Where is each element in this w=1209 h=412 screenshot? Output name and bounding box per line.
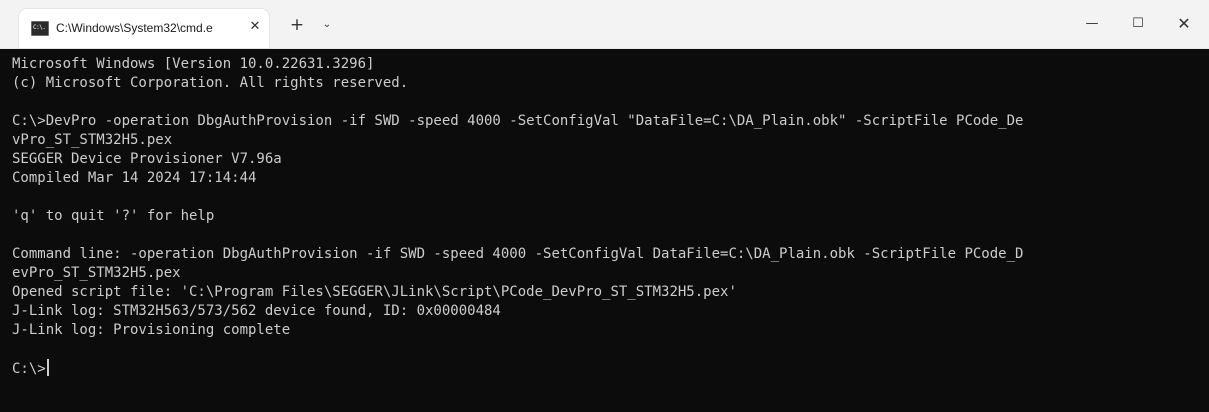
- terminal-line: (c) Microsoft Corporation. All rights re…: [12, 75, 409, 91]
- terminal-line: Microsoft Windows [Version 10.0.22631.32…: [12, 56, 375, 72]
- close-tab-icon[interactable]: ✕: [246, 18, 264, 36]
- terminal-line: C:\>DevPro -operation DbgAuthProvision -…: [12, 113, 1024, 129]
- terminal-line: J-Link log: Provisioning complete: [12, 322, 291, 338]
- terminal-line: 'q' to quit '?' for help: [12, 208, 215, 224]
- new-tab-icon[interactable]: +: [286, 14, 308, 36]
- prompt-line[interactable]: C:\>: [12, 359, 1202, 378]
- terminal-line: Opened script file: 'C:\Program Files\SE…: [12, 284, 737, 300]
- text-cursor: [46, 359, 49, 376]
- terminal-output[interactable]: Microsoft Windows [Version 10.0.22631.32…: [12, 55, 1202, 405]
- tab-cmd[interactable]: C:\. C:\Windows\System32\cmd.e ✕: [19, 9, 269, 48]
- chevron-down-icon[interactable]: ⌄: [318, 14, 336, 36]
- cmd-icon: C:\.: [31, 21, 49, 36]
- terminal-window: C:\. C:\Windows\System32\cmd.e ✕ + ⌄ — ☐…: [0, 0, 1209, 412]
- command-prompt: C:\>: [12, 361, 46, 377]
- maximize-button[interactable]: ☐: [1115, 8, 1161, 40]
- terminal-line: SEGGER Device Provisioner V7.96a: [12, 151, 282, 167]
- cmd-icon-text: C:\.: [33, 24, 46, 31]
- title-bar: C:\. C:\Windows\System32\cmd.e ✕ + ⌄ — ☐…: [0, 0, 1209, 49]
- terminal-line: Command line: -operation DbgAuthProvisio…: [12, 246, 1024, 262]
- tab-title: C:\Windows\System32\cmd.e: [56, 21, 213, 35]
- terminal-line: evPro_ST_STM32H5.pex: [12, 265, 181, 281]
- terminal-line: J-Link log: STM32H563/573/562 device fou…: [12, 303, 501, 319]
- terminal-line: vPro_ST_STM32H5.pex: [12, 132, 173, 148]
- minimize-button[interactable]: —: [1069, 8, 1115, 40]
- terminal-line: Compiled Mar 14 2024 17:14:44: [12, 170, 257, 186]
- close-window-button[interactable]: ✕: [1161, 8, 1207, 40]
